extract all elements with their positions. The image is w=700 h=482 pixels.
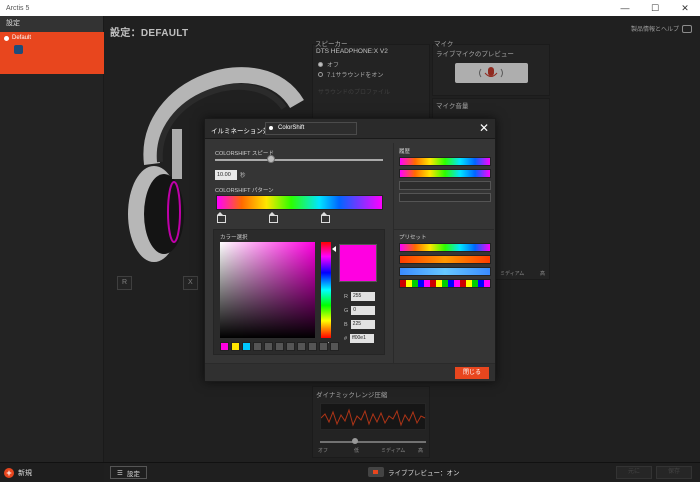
history-presets: 履歴 プリセット [393, 143, 494, 363]
r-label: R [344, 293, 348, 300]
effect-value: ColorShift [278, 125, 305, 131]
saturation-value-area[interactable] [220, 242, 315, 338]
b-input[interactable]: 225 [350, 320, 375, 329]
sidebar-footer: + 新規 [0, 462, 104, 482]
history-empty-slot-1 [399, 181, 491, 190]
preset-fire[interactable] [399, 255, 491, 264]
r-field[interactable]: R 255 [344, 292, 375, 301]
plus-icon: + [4, 468, 14, 478]
gradient-stop-yellow[interactable] [269, 212, 278, 223]
b-field[interactable]: B 225 [344, 320, 375, 329]
live-preview-label: ライブプレビュー：オン [388, 470, 460, 477]
sidebar: 設定 Default + 新規 [0, 16, 104, 482]
hex-field[interactable]: # ff00e1 [344, 334, 375, 343]
speed-slider-track[interactable] [215, 159, 383, 161]
color-swatch[interactable] [231, 342, 240, 351]
bottom-bar: ☰ 設定 ライブプレビュー：オン 元に 保存 [104, 462, 700, 482]
sidebar-header: 設定 [0, 16, 103, 32]
color-picker-label: カラー選択 [220, 235, 248, 241]
live-preview-toggle[interactable]: ライブプレビュー：オン [368, 467, 460, 477]
close-dialog-button[interactable]: 閉じる [455, 367, 489, 379]
dialog-header: イルミネーション効果 ColorShift ✕ [205, 119, 495, 139]
g-input[interactable]: 0 [351, 306, 376, 315]
dialog-close-icon[interactable]: ✕ [479, 122, 489, 135]
history-empty-slot-2 [399, 193, 491, 202]
active-profile-indicator [4, 36, 9, 41]
new-profile-button[interactable]: + 新規 [4, 467, 32, 479]
settings-button-label: 設定 [126, 470, 140, 478]
color-swatches [220, 342, 339, 351]
hue-thumb-icon[interactable] [332, 246, 336, 252]
preset-rainbow[interactable] [399, 243, 491, 252]
window-titlebar: Arctis 5 — ☐ ✕ [0, 0, 700, 16]
minimize-button[interactable]: — [610, 0, 640, 16]
effect-dropdown[interactable]: ColorShift [265, 122, 357, 135]
color-swatch[interactable] [308, 342, 317, 351]
new-profile-label: 新規 [18, 470, 32, 477]
speed-label: COLORSHIFT スピード [215, 151, 274, 157]
color-swatch[interactable] [264, 342, 273, 351]
revert-button[interactable]: 元に [616, 466, 652, 479]
save-button[interactable]: 保存 [656, 466, 692, 479]
speed-unit: 秒 [240, 173, 246, 179]
toggle-switch-icon [368, 467, 384, 477]
list-icon: ☰ [117, 469, 123, 477]
history-label: 履歴 [399, 149, 411, 155]
color-swatch[interactable] [297, 342, 306, 351]
speed-input[interactable]: 10.00 [215, 170, 237, 180]
sidebar-item-default-profile[interactable]: Default [0, 32, 104, 74]
selected-color-preview [339, 244, 377, 282]
g-field[interactable]: G 0 [344, 306, 376, 315]
settings-button[interactable]: ☰ 設定 [110, 466, 147, 479]
hue-slider[interactable] [321, 242, 331, 338]
hex-label: # [344, 335, 348, 342]
illumination-dialog: イルミネーション効果 ColorShift ✕ COLORSHIFT スピード … [204, 118, 496, 382]
color-swatch[interactable] [253, 342, 262, 351]
speed-slider-thumb[interactable] [267, 155, 275, 163]
gradient-stop-magenta[interactable] [217, 212, 226, 223]
color-picker: カラー選択 R 255 G 0 B 225 # ff00e1 [213, 229, 385, 355]
color-swatch[interactable] [330, 342, 339, 351]
color-swatch[interactable] [275, 342, 284, 351]
preset-ice[interactable] [399, 267, 491, 276]
history-gradient-1[interactable] [399, 157, 491, 166]
b-label: B [344, 321, 348, 328]
close-window-button[interactable]: ✕ [670, 0, 700, 16]
dialog-footer: 閉じる [205, 363, 495, 381]
color-swatch[interactable] [242, 342, 251, 351]
r-input[interactable]: 255 [350, 292, 375, 301]
profile-label: Default [12, 35, 32, 41]
gradient-stop-cyan[interactable] [321, 212, 330, 223]
color-swatch[interactable] [220, 342, 229, 351]
headset-profile-icon [14, 45, 23, 54]
effect-settings: COLORSHIFT スピード 10.00 秒 COLORSHIFT パターン … [209, 143, 387, 359]
presets-label: プリセット [399, 235, 427, 241]
color-swatch[interactable] [319, 342, 328, 351]
restore-button[interactable]: ☐ [640, 0, 670, 16]
colorshift-pattern-bar[interactable] [216, 195, 383, 210]
color-swatch[interactable] [286, 342, 295, 351]
pattern-label: COLORSHIFT パターン [215, 188, 274, 194]
g-label: G [344, 307, 349, 314]
history-gradient-2[interactable] [399, 169, 491, 178]
window-title: Arctis 5 [6, 4, 30, 12]
section-divider [394, 229, 494, 230]
dropdown-dot-icon [269, 126, 273, 130]
preset-striped[interactable] [399, 279, 491, 288]
hex-input[interactable]: ff00e1 [350, 334, 375, 343]
